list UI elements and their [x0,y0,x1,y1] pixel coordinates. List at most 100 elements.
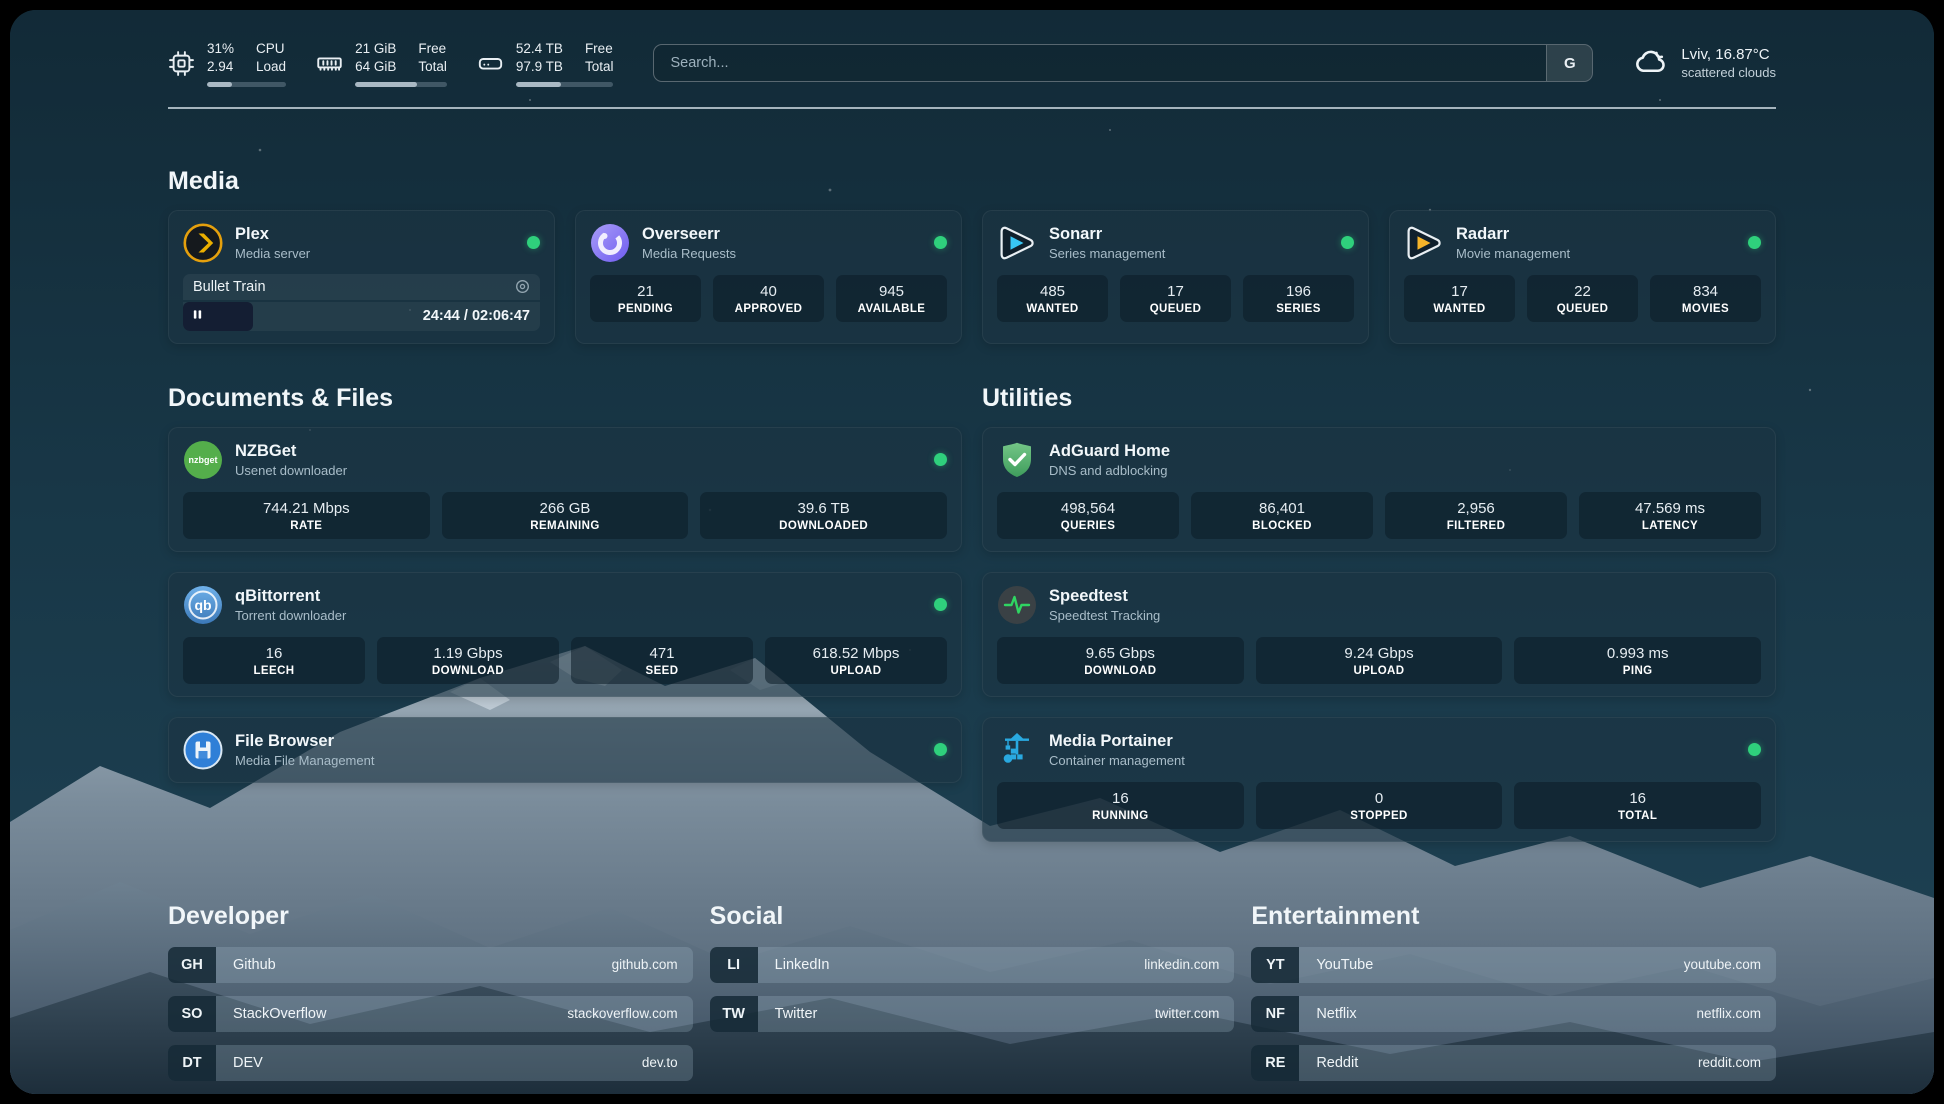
bookmark-stackoverflow[interactable]: SO StackOverflow stackoverflow.com [168,996,693,1032]
bookmark-name: YouTube [1299,947,1373,983]
status-dot [1748,236,1761,249]
stat-value: 16 [187,645,361,662]
search-input[interactable] [654,45,1546,81]
app-title: Sonarr [1049,225,1165,244]
stat-tile: 618.52 Mbps UPLOAD [765,637,947,684]
stat-tile: 17 WANTED [1404,275,1515,322]
stat-tile: 16 TOTAL [1514,782,1761,829]
status-dot [934,743,947,756]
bookmark-name: LinkedIn [758,947,830,983]
stat-label: UPLOAD [1260,665,1499,677]
bookmark-reddit[interactable]: RE Reddit reddit.com [1251,1045,1776,1081]
app-title: Overseerr [642,225,736,244]
memory-free: 21 GiB [355,40,396,58]
stat-label: BLOCKED [1195,520,1369,532]
disk-widget: 52.4 TB 97.9 TB Free Total [477,40,614,87]
app-title: Media Portainer [1049,732,1185,751]
app-title: Radarr [1456,225,1570,244]
memory-total: 64 GiB [355,58,396,76]
weather-widget: Lviv, 16.87°C scattered clouds [1633,43,1776,84]
app-card-portainer[interactable]: Media Portainer Container management 16 … [982,717,1776,842]
stat-tile: 266 GB REMAINING [442,492,689,539]
stat-value: 945 [840,283,943,300]
bookmark-twitter[interactable]: TW Twitter twitter.com [710,996,1235,1032]
stat-label: LATENCY [1583,520,1757,532]
nzbget-icon: nzbget [183,440,223,480]
disk-label-top: Free [585,40,614,58]
bookmark-abbr: YT [1251,947,1299,983]
app-card-filebrowser[interactable]: File Browser Media File Management [168,717,962,783]
status-dot [1341,236,1354,249]
status-dot [1748,743,1761,756]
bookmark-url: twitter.com [1155,996,1235,1032]
ram-icon [316,50,343,77]
app-subtitle: Torrent downloader [235,608,346,623]
section-title-utilities: Utilities [982,384,1776,413]
system-stats: 31% 2.94 CPU Load [168,40,613,87]
stat-value: 40 [717,283,820,300]
status-dot [527,236,540,249]
bookmark-url: github.com [612,947,693,983]
stat-tile: 1.19 Gbps DOWNLOAD [377,637,559,684]
app-title: Plex [235,225,310,244]
stat-value: 471 [575,645,749,662]
bookmark-name: Twitter [758,996,818,1032]
qbittorrent-icon: qb [183,585,223,625]
bookmark-linkedin[interactable]: LI LinkedIn linkedin.com [710,947,1235,983]
stat-value: 9.24 Gbps [1260,645,1499,662]
app-title: AdGuard Home [1049,442,1170,461]
section-title-entertainment: Entertainment [1251,902,1776,931]
cpu-label-bottom: Load [256,58,286,76]
status-dot [934,453,947,466]
now-playing-title: Bullet Train [193,279,266,295]
app-card-nzbget[interactable]: nzbget NZBGet Usenet downloader 744.21 M… [168,427,962,552]
stat-label: QUERIES [1001,520,1175,532]
bookmark-dev[interactable]: DT DEV dev.to [168,1045,693,1081]
stat-tile: 17 QUEUED [1120,275,1231,322]
app-title: qBittorrent [235,587,346,606]
stat-value: 266 GB [446,500,685,517]
stat-tile: 16 LEECH [183,637,365,684]
cloud-icon [1633,43,1669,84]
stat-tile: 945 AVAILABLE [836,275,947,322]
bookmark-abbr: RE [1251,1045,1299,1081]
bookmark-netflix[interactable]: NF Netflix netflix.com [1251,996,1776,1032]
stat-label: SERIES [1247,303,1350,315]
stat-label: RUNNING [1001,810,1240,822]
bookmark-name: Github [216,947,276,983]
stat-value: 47.569 ms [1583,500,1757,517]
disk-total: 97.9 TB [516,58,563,76]
stat-value: 618.52 Mbps [769,645,943,662]
search-engine-button[interactable]: G [1546,45,1592,81]
cpu-progress-bar [207,82,286,87]
stat-tile: 834 MOVIES [1650,275,1761,322]
app-card-speedtest[interactable]: Speedtest Speedtest Tracking 9.65 Gbps D… [982,572,1776,697]
stat-label: RATE [187,520,426,532]
bookmark-github[interactable]: GH Github github.com [168,947,693,983]
app-card-sonarr[interactable]: Sonarr Series management 485 WANTED 17 Q… [982,210,1369,344]
app-card-qbittorrent[interactable]: qb qBittorrent Torrent downloader 16 [168,572,962,697]
weather-location-temp: Lviv, 16.87°C [1681,46,1776,63]
cpu-usage: 31% [207,40,234,58]
app-card-radarr[interactable]: Radarr Movie management 17 WANTED 22 QUE… [1389,210,1776,344]
app-card-overseerr[interactable]: Overseerr Media Requests 21 PENDING 40 A… [575,210,962,344]
pause-icon [192,307,203,325]
plex-icon [183,223,223,263]
section-title-social: Social [710,902,1235,931]
bookmark-url: youtube.com [1684,947,1776,983]
top-bar: 31% 2.94 CPU Load [168,40,1776,87]
section-title-media: Media [168,167,1776,196]
stat-tile: 485 WANTED [997,275,1108,322]
app-card-plex[interactable]: Plex Media server Bullet Train [168,210,555,344]
nzbget-logo-text: nzbget [189,455,218,465]
app-title: NZBGet [235,442,347,461]
radarr-icon [1404,223,1444,263]
stat-value: 21 [594,283,697,300]
stat-tile: 86,401 BLOCKED [1191,492,1373,539]
bookmark-abbr: SO [168,996,216,1032]
bookmark-youtube[interactable]: YT YouTube youtube.com [1251,947,1776,983]
app-card-adguard[interactable]: AdGuard Home DNS and adblocking 498,564 … [982,427,1776,552]
stat-tile: 744.21 Mbps RATE [183,492,430,539]
stream-settings-icon [515,279,530,294]
stat-tile: 22 QUEUED [1527,275,1638,322]
